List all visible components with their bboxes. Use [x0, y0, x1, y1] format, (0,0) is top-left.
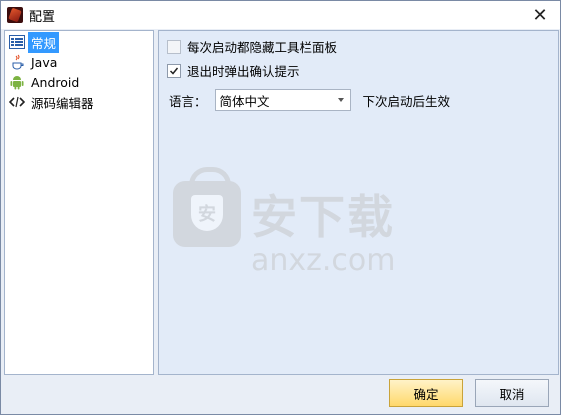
tree-item-label: 源码编辑器	[31, 95, 94, 111]
tree-item-code-editor[interactable]: 源码编辑器	[9, 93, 97, 111]
language-row: 语言： 简体中文 下次启动后生效	[169, 89, 450, 111]
title-bar: 配置 ✕	[1, 1, 560, 29]
language-hint: 下次启动后生效	[362, 93, 451, 109]
close-button[interactable]: ✕	[520, 1, 560, 29]
chevron-down-icon	[337, 98, 344, 102]
code-icon	[9, 94, 25, 110]
ok-button[interactable]: 确定	[389, 379, 463, 407]
java-icon	[9, 54, 25, 70]
close-icon: ✕	[532, 4, 548, 26]
confirm-exit-checkbox[interactable]	[167, 63, 181, 78]
app-icon	[7, 7, 23, 23]
android-icon	[9, 74, 25, 90]
language-value: 简体中文	[219, 93, 270, 109]
language-label: 语言：	[169, 93, 207, 109]
cancel-button[interactable]: 取消	[475, 379, 549, 407]
tree-item-label: Java	[31, 54, 58, 70]
tree-item-label: Android	[31, 74, 80, 90]
hide-toolbar-checkbox[interactable]	[167, 39, 181, 54]
tree-item-general[interactable]: 常规	[9, 31, 60, 53]
hide-toolbar-label: 每次启动都隐藏工具栏面板	[187, 40, 338, 55]
settings-tree: 常规 Java Android 源码编辑器	[4, 30, 154, 375]
confirm-exit-option[interactable]: 退出时弹出确认提示	[167, 61, 300, 80]
tree-item-label: 常规	[28, 31, 60, 53]
settings-panel: 每次启动都隐藏工具栏面板 退出时弹出确认提示 语言： 简体中文 下次启动后生效 …	[158, 30, 559, 375]
list-icon	[9, 34, 25, 50]
shopping-bag-icon: 安	[173, 167, 241, 247]
confirm-exit-label: 退出时弹出确认提示	[187, 64, 300, 79]
hide-toolbar-option[interactable]: 每次启动都隐藏工具栏面板	[167, 37, 337, 56]
shield-icon: 安	[191, 195, 223, 231]
config-dialog: 配置 ✕ 常规 Java Android 源码编辑器 每次启动都隐藏工具栏面板 …	[0, 0, 561, 415]
watermark-text-cn: 安下载	[251, 190, 395, 244]
language-select[interactable]: 简体中文	[214, 89, 351, 111]
tree-item-java[interactable]: Java	[9, 53, 60, 71]
tree-item-android[interactable]: Android	[9, 73, 82, 91]
watermark: 安 安下载 anxz.com	[173, 167, 403, 291]
watermark-text-en: anxz.com	[251, 243, 396, 278]
window-title: 配置	[29, 9, 56, 25]
